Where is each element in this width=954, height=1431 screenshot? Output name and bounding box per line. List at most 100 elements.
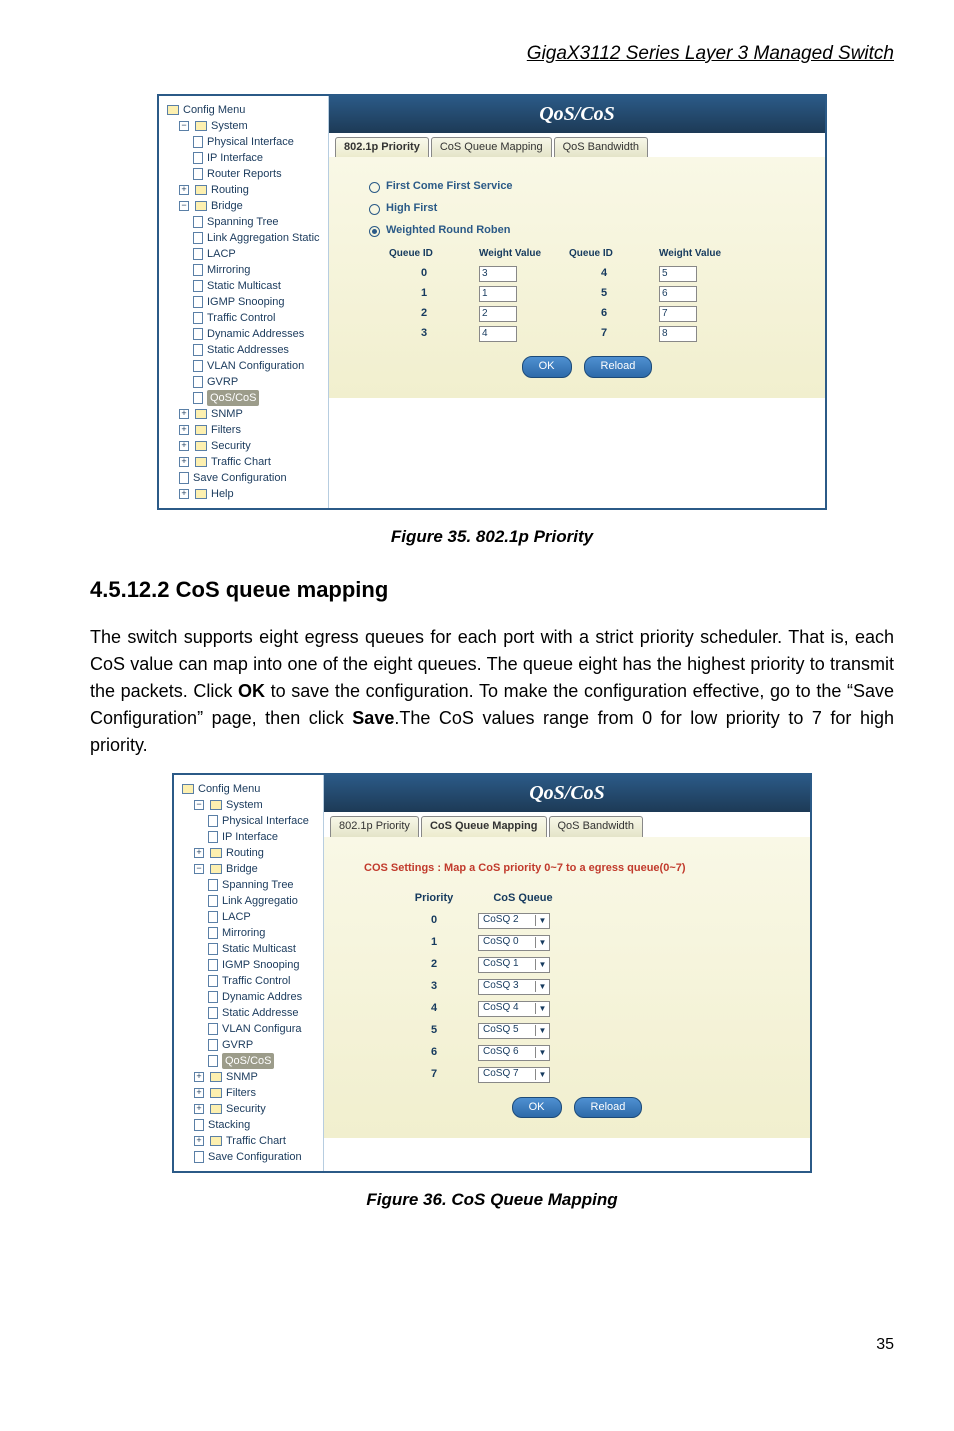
weight-input-6[interactable]: 7 — [659, 306, 697, 322]
tree-mirroring[interactable]: Mirroring — [182, 925, 317, 941]
tree-gvrp[interactable]: GVRP — [167, 374, 322, 390]
tree-static-multicast[interactable]: Static Multicast — [182, 941, 317, 957]
settings-msg: COS Settings : Map a CoS priority 0~7 to… — [364, 861, 790, 877]
tree-router-reports[interactable]: Router Reports — [167, 166, 322, 182]
tree-vlan-config[interactable]: VLAN Configuration — [167, 358, 322, 374]
weight-input-0[interactable]: 3 — [479, 266, 517, 282]
panel-title: QoS/CoS — [329, 96, 825, 133]
tree-stacking[interactable]: Stacking — [182, 1117, 317, 1133]
cos-select-5[interactable]: CoSQ 5▼ — [478, 1023, 550, 1039]
tree-static-multicast[interactable]: Static Multicast — [167, 278, 322, 294]
tree-root[interactable]: Config Menu — [182, 781, 317, 797]
priority-0: 0 — [404, 913, 464, 929]
radio-weighted-rr[interactable]: Weighted Round Roben — [369, 223, 805, 239]
tree-traffic-control[interactable]: Traffic Control — [182, 973, 317, 989]
tree-link-agg[interactable]: Link Aggregatio — [182, 893, 317, 909]
screenshot-fig36: Config Menu −System Physical Interface I… — [172, 773, 812, 1173]
tabs: 802.1p Priority CoS Queue Mapping QoS Ba… — [324, 812, 810, 837]
cos-select-0[interactable]: CoSQ 2▼ — [478, 913, 550, 929]
cos-mapping-table: Priority CoS Queue 0CoSQ 2▼ 1CoSQ 0▼ 2Co… — [404, 891, 790, 1083]
tab-qos-bandwidth[interactable]: QoS Bandwidth — [549, 816, 643, 837]
tree-save-config[interactable]: Save Configuration — [182, 1149, 317, 1165]
figure-35-caption: Figure 35. 802.1p Priority — [90, 525, 894, 550]
weight-input-3[interactable]: 4 — [479, 326, 517, 342]
queue-id-0: 0 — [389, 266, 459, 282]
cos-select-2[interactable]: CoSQ 1▼ — [478, 957, 550, 973]
reload-button[interactable]: Reload — [574, 1097, 643, 1119]
weight-input-7[interactable]: 8 — [659, 326, 697, 342]
tree-mirroring[interactable]: Mirroring — [167, 262, 322, 278]
tree-filters[interactable]: +Filters — [167, 422, 322, 438]
tree-bridge[interactable]: −Bridge — [182, 861, 317, 877]
tree-root[interactable]: Config Menu — [167, 102, 322, 118]
tree-static-addr[interactable]: Static Addresse — [182, 1005, 317, 1021]
tree-qos-cos[interactable]: QoS/CoS — [182, 1053, 317, 1069]
tree-routing[interactable]: +Routing — [167, 182, 322, 198]
tree-static-addresses[interactable]: Static Addresses — [167, 342, 322, 358]
tree-lacp[interactable]: LACP — [167, 246, 322, 262]
tree-gvrp[interactable]: GVRP — [182, 1037, 317, 1053]
tree-filters[interactable]: +Filters — [182, 1085, 317, 1101]
tree-dynamic-addr[interactable]: Dynamic Addres — [182, 989, 317, 1005]
tree-help[interactable]: +Help — [167, 486, 322, 502]
tree-dynamic-addresses[interactable]: Dynamic Addresses — [167, 326, 322, 342]
tree-spanning-tree[interactable]: Spanning Tree — [182, 877, 317, 893]
col-weight-value-2: Weight Value — [659, 247, 729, 262]
tree-system[interactable]: −System — [167, 118, 322, 134]
tree-snmp[interactable]: +SNMP — [182, 1069, 317, 1085]
cos-select-3[interactable]: CoSQ 3▼ — [478, 979, 550, 995]
ok-button[interactable]: OK — [512, 1097, 562, 1119]
tab-qos-bandwidth[interactable]: QoS Bandwidth — [554, 137, 648, 158]
tree-traffic-control[interactable]: Traffic Control — [167, 310, 322, 326]
reload-button[interactable]: Reload — [584, 356, 653, 378]
tree-security[interactable]: +Security — [182, 1101, 317, 1117]
tree-lacp[interactable]: LACP — [182, 909, 317, 925]
tree-ip-interface[interactable]: IP Interface — [182, 829, 317, 845]
ok-button[interactable]: OK — [522, 356, 572, 378]
tree-ip-interface[interactable]: IP Interface — [167, 150, 322, 166]
weight-input-2[interactable]: 2 — [479, 306, 517, 322]
weight-input-5[interactable]: 6 — [659, 286, 697, 302]
col-weight-value: Weight Value — [479, 247, 549, 262]
weight-input-4[interactable]: 5 — [659, 266, 697, 282]
tree-igmp-snooping[interactable]: IGMP Snooping — [167, 294, 322, 310]
tree-traffic-chart[interactable]: +Traffic Chart — [167, 454, 322, 470]
queue-id-1: 1 — [389, 286, 459, 302]
cos-select-1[interactable]: CoSQ 0▼ — [478, 935, 550, 951]
tree-qos-cos[interactable]: QoS/CoS — [167, 390, 322, 406]
tab-8021p-priority[interactable]: 802.1p Priority — [330, 816, 419, 837]
tree-bridge[interactable]: −Bridge — [167, 198, 322, 214]
priority-7: 7 — [404, 1067, 464, 1083]
tab-cos-queue-mapping[interactable]: CoS Queue Mapping — [431, 137, 552, 158]
tree-link-agg-static[interactable]: Link Aggregation Static — [167, 230, 322, 246]
radio-fcfs[interactable]: First Come First Service — [369, 179, 805, 195]
section-heading: 4.5.12.2 CoS queue mapping — [90, 574, 894, 606]
tab-8021p-priority[interactable]: 802.1p Priority — [335, 137, 429, 158]
weight-input-1[interactable]: 1 — [479, 286, 517, 302]
page-number: 35 — [90, 1333, 894, 1356]
col-cos-queue: CoS Queue — [478, 891, 568, 907]
tree-save-config[interactable]: Save Configuration — [167, 470, 322, 486]
radio-high-first[interactable]: High First — [369, 201, 805, 217]
tree-physical-interface[interactable]: Physical Interface — [182, 813, 317, 829]
queue-id-3: 3 — [389, 326, 459, 342]
cos-select-6[interactable]: CoSQ 6▼ — [478, 1045, 550, 1061]
chevron-down-icon: ▼ — [535, 915, 549, 927]
tree-traffic-chart[interactable]: +Traffic Chart — [182, 1133, 317, 1149]
col-queue-id-2: Queue ID — [569, 247, 639, 262]
chevron-down-icon: ▼ — [535, 937, 549, 949]
tree-security[interactable]: +Security — [167, 438, 322, 454]
tree-spanning-tree[interactable]: Spanning Tree — [167, 214, 322, 230]
priority-4: 4 — [404, 1001, 464, 1017]
tree-vlan-config[interactable]: VLAN Configura — [182, 1021, 317, 1037]
tab-cos-queue-mapping[interactable]: CoS Queue Mapping — [421, 816, 547, 837]
panel-title: QoS/CoS — [324, 775, 810, 812]
tree-igmp-snooping[interactable]: IGMP Snooping — [182, 957, 317, 973]
cos-select-4[interactable]: CoSQ 4▼ — [478, 1001, 550, 1017]
cos-select-7[interactable]: CoSQ 7▼ — [478, 1067, 550, 1083]
tree-snmp[interactable]: +SNMP — [167, 406, 322, 422]
chevron-down-icon: ▼ — [535, 1003, 549, 1015]
tree-system[interactable]: −System — [182, 797, 317, 813]
tree-physical-interface[interactable]: Physical Interface — [167, 134, 322, 150]
tree-routing[interactable]: +Routing — [182, 845, 317, 861]
